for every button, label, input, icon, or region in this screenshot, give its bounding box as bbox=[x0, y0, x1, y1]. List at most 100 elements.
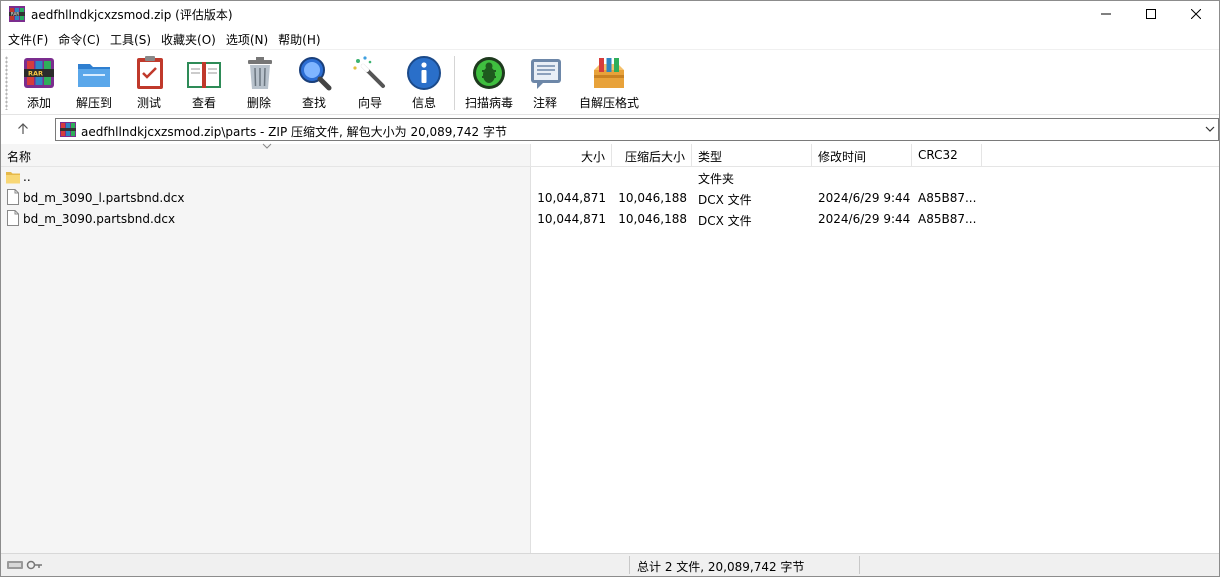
wizard-button[interactable]: 向导 bbox=[351, 54, 389, 112]
list-item-file[interactable]: bd_m_3090_l.partsbnd.dcx 10,044,871 10,0… bbox=[1, 188, 1219, 209]
column-header-crc[interactable]: CRC32 bbox=[912, 144, 982, 167]
column-packed-label: 压缩后大小 bbox=[624, 150, 685, 164]
add-archive-icon: RAR bbox=[24, 58, 54, 88]
view-book-icon bbox=[187, 62, 221, 88]
list-item-parent-folder[interactable]: .. 文件夹 bbox=[1, 167, 1219, 188]
find-button[interactable]: 查找 bbox=[295, 54, 333, 112]
menu-favorites[interactable]: 收藏夹(O) bbox=[156, 28, 221, 48]
item-name: bd_m_3090.partsbnd.dcx bbox=[23, 212, 176, 226]
column-size-label: 大小 bbox=[580, 150, 605, 164]
drive-key-icon bbox=[7, 560, 42, 570]
window-title: aedfhllndkjcxzsmod.zip (评估版本) bbox=[31, 8, 233, 22]
address-row: aedfhllndkjcxzsmod.zip\parts - ZIP 压缩文件,… bbox=[1, 116, 1219, 143]
column-type-label: 类型 bbox=[698, 150, 723, 164]
virus-scan-icon bbox=[473, 57, 505, 89]
address-path: aedfhllndkjcxzsmod.zip\parts - ZIP 压缩文件,… bbox=[81, 125, 507, 139]
item-packed-size: 10,046,188 bbox=[618, 191, 687, 205]
menu-options[interactable]: 选项(N) bbox=[221, 28, 273, 48]
menu-file[interactable]: 文件(F) bbox=[3, 28, 53, 48]
status-bar: 总计 2 文件, 20,089,742 字节 bbox=[1, 553, 1219, 576]
test-button[interactable]: 测试 bbox=[131, 54, 167, 112]
item-size: 10,044,871 bbox=[537, 191, 606, 205]
item-modified: 2024/6/29 9:44 bbox=[818, 191, 911, 205]
trash-icon bbox=[248, 57, 272, 89]
view-label: 查看 bbox=[191, 96, 216, 110]
menu-help[interactable]: 帮助(H) bbox=[273, 28, 325, 48]
list-item-file[interactable]: bd_m_3090.partsbnd.dcx 10,044,871 10,046… bbox=[1, 209, 1219, 230]
item-crc: A85B87... bbox=[918, 212, 977, 226]
item-modified: 2024/6/29 9:44 bbox=[818, 212, 911, 226]
info-label: 信息 bbox=[411, 96, 436, 110]
wizard-label: 向导 bbox=[357, 96, 382, 110]
extract-to-label: 解压到 bbox=[75, 96, 112, 110]
view-button[interactable]: 查看 bbox=[181, 54, 227, 112]
sort-chevron-icon bbox=[262, 143, 272, 149]
status-separator bbox=[859, 556, 860, 574]
scan-virus-label: 扫描病毒 bbox=[464, 96, 513, 110]
arrow-up-icon bbox=[18, 123, 28, 134]
add-label: 添加 bbox=[26, 96, 51, 110]
add-button[interactable]: RAR 添加 bbox=[19, 54, 59, 112]
item-name: .. bbox=[23, 170, 31, 184]
column-crc-label: CRC32 bbox=[918, 148, 958, 162]
item-type: 文件夹 bbox=[698, 172, 735, 186]
maximize-button[interactable] bbox=[1128, 1, 1174, 27]
file-list: 名称 大小 压缩后大小 类型 修改时间 CRC32 .. 文件夹 bd_m_30… bbox=[1, 143, 1219, 553]
item-size: 10,044,871 bbox=[537, 212, 606, 226]
info-icon bbox=[407, 56, 441, 90]
up-folder-button[interactable] bbox=[7, 118, 39, 140]
winrar-window: RAR aedfhllndkjcxzsmod.zip (评估版本) 文件(F) … bbox=[0, 0, 1220, 577]
file-icon bbox=[7, 189, 19, 205]
item-type: DCX 文件 bbox=[698, 214, 752, 228]
column-header-modified[interactable]: 修改时间 bbox=[812, 144, 912, 167]
column-header-packed[interactable]: 压缩后大小 bbox=[612, 144, 692, 167]
close-button[interactable] bbox=[1173, 1, 1219, 27]
test-label: 测试 bbox=[136, 96, 161, 110]
close-icon bbox=[1191, 9, 1201, 19]
svg-text:RAR: RAR bbox=[11, 12, 19, 17]
find-label: 查找 bbox=[301, 96, 326, 110]
toolbar-separator bbox=[454, 56, 455, 110]
svg-text:RAR: RAR bbox=[28, 70, 43, 78]
comment-button[interactable]: 注释 bbox=[527, 54, 563, 112]
minimize-button[interactable] bbox=[1083, 1, 1129, 27]
column-name-label: 名称 bbox=[7, 150, 32, 164]
scan-virus-button[interactable]: 扫描病毒 bbox=[463, 54, 515, 112]
extract-to-button[interactable]: 解压到 bbox=[73, 54, 115, 112]
winrar-app-icon: RAR bbox=[9, 6, 25, 22]
sfx-button[interactable]: 自解压格式 bbox=[577, 54, 641, 112]
address-bar[interactable]: aedfhllndkjcxzsmod.zip\parts - ZIP 压缩文件,… bbox=[55, 118, 1219, 141]
file-icon bbox=[7, 210, 19, 226]
comment-icon bbox=[531, 59, 561, 89]
menu-tools[interactable]: 工具(S) bbox=[105, 28, 156, 48]
search-icon bbox=[299, 57, 332, 91]
item-packed-size: 10,046,188 bbox=[618, 212, 687, 226]
magic-wand-icon bbox=[353, 56, 385, 88]
menu-bar: 文件(F) 命令(C) 工具(S) 收藏夹(O) 选项(N) 帮助(H) bbox=[1, 28, 1219, 48]
info-button[interactable]: 信息 bbox=[405, 54, 443, 112]
menu-commands[interactable]: 命令(C) bbox=[53, 28, 105, 48]
toolbar: RAR 添加 解压到 测试 查看 删除 查找 向导 信息 扫描病毒 注释 自解压… bbox=[1, 49, 1219, 115]
item-crc: A85B87... bbox=[918, 191, 977, 205]
column-header-name[interactable]: 名称 bbox=[1, 143, 531, 167]
sfx-label: 自解压格式 bbox=[578, 96, 639, 110]
comment-label: 注释 bbox=[532, 96, 557, 110]
item-name: bd_m_3090_l.partsbnd.dcx bbox=[23, 191, 185, 205]
column-header-type[interactable]: 类型 bbox=[692, 144, 812, 167]
column-modified-label: 修改时间 bbox=[818, 150, 867, 164]
maximize-icon bbox=[1146, 9, 1156, 19]
delete-label: 删除 bbox=[246, 96, 271, 110]
sfx-box-icon bbox=[594, 58, 624, 88]
title-bar: RAR aedfhllndkjcxzsmod.zip (评估版本) bbox=[1, 1, 1219, 27]
delete-button[interactable]: 删除 bbox=[241, 54, 277, 112]
minimize-icon bbox=[1101, 13, 1111, 15]
folder-icon bbox=[6, 172, 20, 184]
item-type: DCX 文件 bbox=[698, 193, 752, 207]
folder-extract-icon bbox=[78, 64, 110, 87]
test-clipboard-icon bbox=[137, 56, 163, 89]
toolbar-gripper[interactable] bbox=[5, 56, 8, 110]
zip-archive-icon bbox=[60, 122, 76, 137]
column-header-size[interactable]: 大小 bbox=[532, 144, 612, 167]
status-separator bbox=[629, 556, 630, 574]
chevron-down-icon[interactable] bbox=[1204, 123, 1216, 135]
